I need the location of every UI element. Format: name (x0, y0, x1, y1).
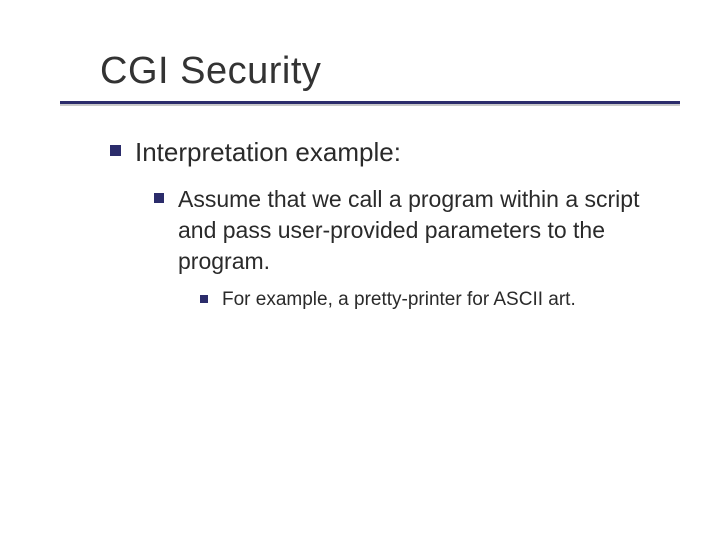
bullet-level-1-text: Interpretation example: (135, 135, 401, 170)
bullet-level-3: For example, a pretty-printer for ASCII … (200, 287, 660, 313)
square-bullet-icon (154, 193, 164, 203)
bullet-level-3-text: For example, a pretty-printer for ASCII … (222, 287, 576, 313)
title-underline (60, 101, 680, 105)
slide: CGI Security Interpretation example: Ass… (0, 0, 720, 540)
bullet-level-1: Interpretation example: (110, 135, 660, 170)
square-bullet-icon (200, 295, 208, 303)
bullet-level-2: Assume that we call a program within a s… (154, 184, 660, 277)
bullet-level-2-text: Assume that we call a program within a s… (178, 184, 660, 277)
square-bullet-icon (110, 145, 121, 156)
slide-title: CGI Security (100, 50, 660, 93)
